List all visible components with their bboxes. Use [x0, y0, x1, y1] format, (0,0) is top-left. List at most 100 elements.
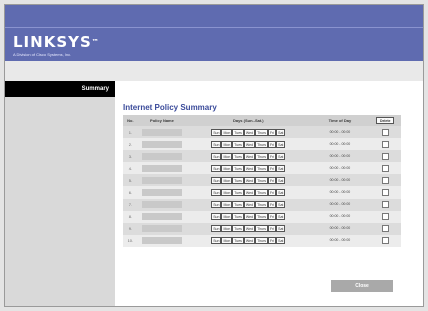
day-button[interactable]: Sat [276, 128, 286, 136]
day-button[interactable]: Tues [232, 213, 244, 221]
day-button[interactable]: Thurs [255, 164, 269, 172]
delete-checkbox[interactable] [381, 128, 389, 136]
day-button[interactable]: Fri [268, 225, 277, 233]
close-button[interactable]: Close [331, 280, 393, 292]
day-button[interactable]: Sat [276, 237, 286, 245]
day-button[interactable]: Wed [243, 225, 256, 233]
day-button[interactable]: Sat [276, 213, 286, 221]
day-button[interactable]: Sun [211, 164, 222, 172]
day-button[interactable]: Wed [243, 176, 256, 184]
day-button[interactable]: Sat [276, 176, 286, 184]
day-button[interactable]: Wed [243, 201, 256, 209]
day-button[interactable]: Wed [243, 164, 256, 172]
day-button[interactable]: Tues [232, 201, 244, 209]
day-button[interactable]: Mon [221, 201, 233, 209]
policy-number: 1. [123, 126, 138, 139]
delete-button[interactable]: Delete [375, 117, 395, 124]
policy-delete-cell [369, 210, 401, 223]
day-button[interactable]: Mon [221, 225, 233, 233]
day-button[interactable]: Tues [232, 164, 244, 172]
day-button[interactable]: Thurs [255, 152, 269, 160]
day-button[interactable]: Thurs [255, 140, 269, 148]
day-button[interactable]: Wed [243, 140, 256, 148]
column-header-days: Days (Sun.-Sat.) [186, 115, 311, 126]
day-button[interactable]: Mon [221, 152, 233, 160]
day-button[interactable]: Fri [268, 140, 277, 148]
day-button[interactable]: Thurs [255, 128, 269, 136]
delete-checkbox[interactable] [381, 164, 389, 172]
day-button[interactable]: Mon [221, 237, 233, 245]
day-button[interactable]: Fri [268, 164, 277, 172]
sidebar [5, 97, 115, 306]
day-button[interactable]: Tues [232, 225, 244, 233]
delete-checkbox[interactable] [381, 225, 389, 233]
day-button[interactable]: Thurs [255, 189, 269, 197]
day-button[interactable]: Tues [232, 237, 244, 245]
day-button[interactable]: Thurs [255, 201, 269, 209]
day-button[interactable]: Sun [211, 128, 222, 136]
day-button[interactable]: Mon [221, 176, 233, 184]
delete-checkbox[interactable] [381, 189, 389, 197]
day-button[interactable]: Mon [221, 164, 233, 172]
day-button[interactable]: Sun [211, 140, 222, 148]
day-button[interactable]: Fri [268, 176, 277, 184]
day-button[interactable]: Tues [232, 128, 244, 136]
day-button[interactable]: Sun [211, 213, 222, 221]
day-button[interactable]: Sat [276, 225, 286, 233]
policy-name-cell [137, 162, 187, 175]
day-button[interactable]: Sat [276, 164, 286, 172]
header-strip [5, 61, 423, 81]
day-button[interactable]: Fri [268, 201, 277, 209]
policy-time-cell: 00:00 - 00:00 [310, 162, 370, 175]
day-button[interactable]: Wed [243, 128, 256, 136]
day-button[interactable]: Wed [243, 237, 256, 245]
policy-time-cell: 00:00 - 00:00 [310, 198, 370, 211]
day-button[interactable]: Sun [211, 201, 222, 209]
delete-checkbox[interactable] [381, 213, 389, 221]
day-button[interactable]: Mon [221, 213, 233, 221]
day-button[interactable]: Wed [243, 189, 256, 197]
day-button[interactable]: Sun [211, 237, 222, 245]
day-button[interactable]: Sun [211, 225, 222, 233]
day-button[interactable]: Fri [268, 189, 277, 197]
day-button[interactable]: Fri [268, 152, 277, 160]
day-button[interactable]: Tues [232, 152, 244, 160]
day-button[interactable]: Fri [268, 128, 277, 136]
delete-checkbox[interactable] [381, 237, 389, 245]
day-button[interactable]: Fri [268, 213, 277, 221]
day-button[interactable]: Sun [211, 152, 222, 160]
policy-name-placeholder [141, 237, 182, 245]
router-window: LINKSYS™ A Division of Cisco Systems, In… [4, 4, 424, 307]
day-button[interactable]: Sat [276, 201, 286, 209]
day-button[interactable]: Sun [211, 189, 222, 197]
day-button[interactable]: Mon [221, 140, 233, 148]
day-buttons: Sun Mon Tues Wed Thurs Fri Sat [186, 189, 310, 197]
day-button[interactable]: Fri [268, 237, 277, 245]
day-button[interactable]: Wed [243, 152, 256, 160]
day-button[interactable]: Sun [211, 176, 222, 184]
policy-name-cell [137, 138, 187, 151]
policy-name-placeholder [141, 225, 182, 233]
day-button[interactable]: Sat [276, 152, 286, 160]
policy-time-cell: 00:00 - 00:00 [310, 234, 370, 247]
policy-time-cell: 00:00 - 00:00 [310, 126, 370, 139]
day-button[interactable]: Thurs [255, 225, 269, 233]
time-of-day: 00:00 - 00:00 [329, 202, 351, 207]
day-button[interactable]: Thurs [255, 176, 269, 184]
time-of-day: 00:00 - 00:00 [329, 177, 351, 182]
day-button[interactable]: Sat [276, 140, 286, 148]
day-button[interactable]: Sat [276, 189, 286, 197]
day-button[interactable]: Mon [221, 128, 233, 136]
delete-checkbox[interactable] [381, 140, 389, 148]
day-button[interactable]: Tues [232, 176, 244, 184]
delete-checkbox[interactable] [381, 176, 389, 184]
day-button[interactable]: Thurs [255, 213, 269, 221]
day-button[interactable]: Tues [232, 189, 244, 197]
day-button[interactable]: Tues [232, 140, 244, 148]
delete-checkbox[interactable] [381, 201, 389, 209]
day-button[interactable]: Mon [221, 189, 233, 197]
day-button[interactable]: Wed [243, 213, 256, 221]
delete-checkbox[interactable] [381, 152, 389, 160]
day-button[interactable]: Thurs [255, 237, 269, 245]
time-of-day: 00:00 - 00:00 [329, 214, 351, 219]
